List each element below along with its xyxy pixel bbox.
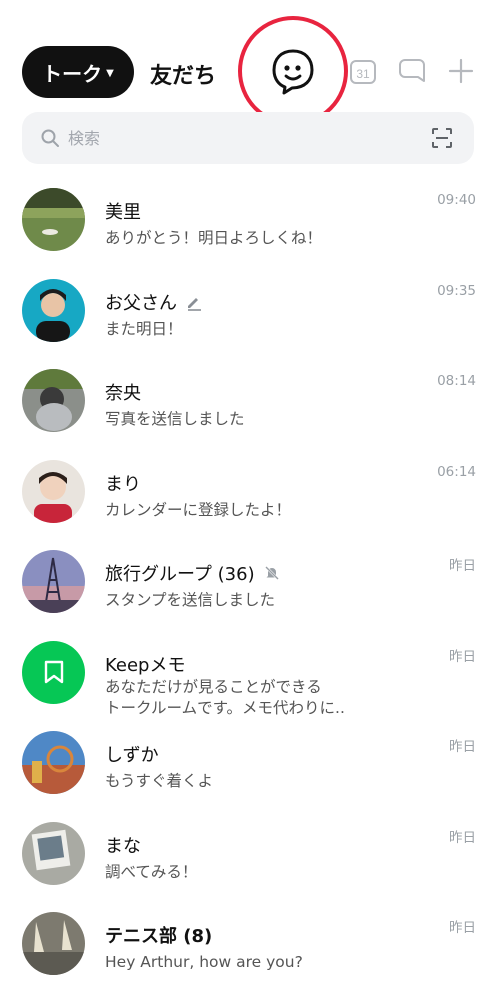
chat-time: 昨日 xyxy=(449,829,476,846)
chat-row[interactable]: 美里 ありがとう！明日よろしくね！ 09:40 xyxy=(0,172,498,263)
chat-last-message: Hey Arthur, how are you? xyxy=(105,953,303,971)
chat-name-text: お父さん xyxy=(105,292,177,314)
chat-time: 昨日 xyxy=(449,648,476,665)
chat-time: 昨日 xyxy=(449,558,476,574)
top-header: トーク ▼ 友だち 31 xyxy=(0,0,498,126)
talk-tab[interactable]: トーク ▼ xyxy=(22,46,134,98)
chat-name-text: 旅行グループ (36) xyxy=(105,564,255,585)
calendar-day: 31 xyxy=(356,67,370,81)
pencil-icon xyxy=(188,297,201,311)
chat-name: まり xyxy=(105,473,141,495)
search-icon xyxy=(41,129,59,147)
chat-name: 奈央 xyxy=(105,383,141,404)
avatar xyxy=(22,731,85,794)
chat-row[interactable]: 旅行グループ (36) スタンプを送信しました 昨日 xyxy=(0,534,498,625)
chat-last-message: もうすぐ着くよ xyxy=(105,772,214,790)
chat-last-message: あなただけが見ることができる トークルームです。メモ代わりに.. xyxy=(105,677,345,719)
chat-list: 美里 ありがとう！明日よろしくね！ 09:40 お父さん また明日！ 09:35 xyxy=(0,172,498,987)
chat-time: 昨日 xyxy=(449,739,476,755)
chat-row[interactable]: Keepメモ あなただけが見ることができる トークルームです。メモ代わりに.. … xyxy=(0,625,498,719)
chat-row[interactable]: お父さん また明日！ 09:35 xyxy=(0,263,498,354)
avatar xyxy=(22,640,85,704)
avatar xyxy=(22,550,85,613)
chat-last-message: 写真を送信しました xyxy=(105,410,245,428)
bookmark-icon xyxy=(44,660,63,684)
chat-name: 旅行グループ (36) xyxy=(105,560,281,586)
avatar xyxy=(22,369,85,432)
chat-time: 06:14 xyxy=(437,463,476,480)
calendar-icon[interactable]: 31 xyxy=(348,56,378,86)
chat-row[interactable]: テニス部 (8) Hey Arthur, how are you? 昨日 xyxy=(0,896,498,987)
open-chat-icon[interactable] xyxy=(397,56,427,86)
caret-down-icon: ▼ xyxy=(106,67,114,79)
chat-bubble-face-icon xyxy=(272,49,314,95)
chat-name: しずか xyxy=(105,745,159,766)
chat-row[interactable]: まな 調べてみる！ 昨日 xyxy=(0,806,498,897)
chat-name: まな xyxy=(105,835,141,857)
avatar xyxy=(22,278,85,342)
talk-tab-label: トーク xyxy=(42,61,103,86)
avatar xyxy=(22,821,85,885)
chat-row[interactable]: しずか もうすぐ着くよ 昨日 xyxy=(0,715,498,806)
chat-name: Keepメモ xyxy=(105,654,186,676)
add-icon[interactable] xyxy=(446,56,476,86)
chat-bubble-button[interactable] xyxy=(238,16,348,126)
qr-scan-icon[interactable] xyxy=(430,126,454,150)
chat-last-message: 調べてみる！ xyxy=(105,862,198,881)
chat-time: 昨日 xyxy=(449,920,476,936)
chat-row[interactable]: まり カレンダーに登録したよ！ 06:14 xyxy=(0,444,498,535)
search-bar[interactable] xyxy=(22,112,474,164)
chat-time: 09:40 xyxy=(437,192,476,208)
chat-last-message: カレンダーに登録したよ！ xyxy=(105,500,292,519)
chat-name: お父さん xyxy=(105,289,203,315)
chat-last-message: また明日！ xyxy=(105,319,183,338)
chat-last-message: ありがとう！明日よろしくね！ xyxy=(105,229,323,247)
chat-name: 美里 xyxy=(105,202,141,223)
friends-tab[interactable]: 友だち xyxy=(150,58,216,90)
muted-bell-icon xyxy=(264,566,279,580)
chat-last-message-line: あなただけが見ることができる xyxy=(105,677,322,696)
chat-time: 09:35 xyxy=(437,282,476,299)
chat-last-message: スタンプを送信しました xyxy=(105,591,276,609)
search-input[interactable] xyxy=(68,112,428,164)
chat-row[interactable]: 奈央 写真を送信しました 08:14 xyxy=(0,353,498,444)
avatar xyxy=(22,459,85,523)
avatar xyxy=(22,188,85,251)
chat-time: 08:14 xyxy=(437,373,476,389)
chat-name: テニス部 (8) xyxy=(105,926,213,947)
avatar xyxy=(22,912,85,975)
